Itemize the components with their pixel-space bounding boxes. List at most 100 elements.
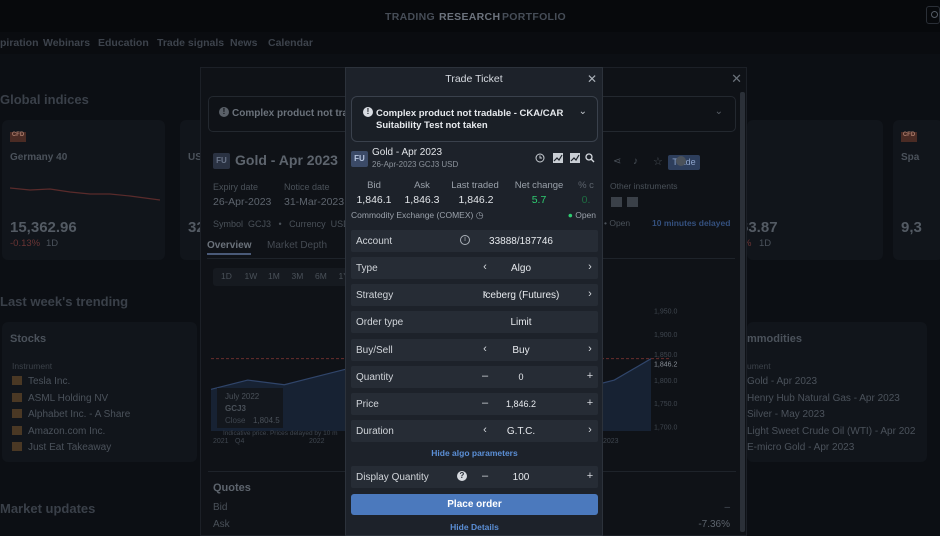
tab-portfolio[interactable]: PORTFOLIO	[502, 11, 566, 23]
list-item[interactable]: E-micro Gold - Apr 2023	[747, 442, 854, 453]
search-icon[interactable]	[585, 153, 595, 163]
field-label: Account	[356, 236, 393, 247]
other-instruments-label: Other instruments	[610, 181, 678, 191]
range-button[interactable]: 1D	[221, 271, 232, 281]
instrument-badge-icon	[12, 409, 22, 418]
list-item[interactable]: Silver - May 2023	[747, 409, 825, 420]
chart-icon[interactable]	[570, 153, 580, 163]
chevron-right-icon[interactable]: ›	[583, 261, 597, 273]
plus-icon[interactable]: +	[583, 470, 597, 482]
search-icon[interactable]	[926, 6, 940, 24]
delay-label: 10 minutes delayed	[652, 218, 731, 228]
chevron-down-icon[interactable]: ⌄	[579, 106, 587, 117]
close-icon[interactable]: ✕	[587, 72, 597, 86]
x-tick-label: Q4	[235, 438, 244, 445]
field-value[interactable]: Iceberg (Futures)	[456, 290, 586, 301]
chevron-left-icon[interactable]: ‹	[478, 288, 492, 300]
scrollbar[interactable]	[740, 92, 745, 532]
bell-icon[interactable]: ♪	[633, 156, 638, 167]
star-icon[interactable]: ☆	[653, 155, 663, 168]
field-quantity[interactable]: Quantity 0– +	[351, 366, 598, 388]
hide-algo-parameters-link[interactable]: Hide algo parameters	[351, 448, 598, 458]
field-value[interactable]: Limit	[456, 317, 586, 328]
chevron-right-icon[interactable]: ›	[583, 424, 597, 436]
field-order-type[interactable]: Order type Limit	[351, 311, 598, 333]
field-value[interactable]: 33888/187746	[456, 236, 586, 247]
info-icon[interactable]: i	[460, 235, 470, 245]
field-buy-sell[interactable]: Buy/Sell Buy ‹ ›	[351, 339, 598, 361]
plus-icon[interactable]: +	[583, 370, 597, 382]
list-item[interactable]: ASML Holding NV	[12, 392, 108, 404]
chevron-right-icon[interactable]: ›	[583, 343, 597, 355]
field-price[interactable]: Price 1,846.2– +	[351, 393, 598, 415]
last-traded-header: Last traded	[451, 180, 499, 191]
index-name: Germany 40	[10, 152, 68, 163]
chart-icon[interactable]	[553, 153, 563, 163]
field-value[interactable]: 1,846.2	[456, 399, 586, 409]
chevron-left-icon[interactable]: ‹	[478, 261, 492, 273]
pct-change-value: 0.	[581, 194, 591, 206]
nav-inspiration[interactable]: piration	[0, 37, 39, 49]
exchange-label: Commodity Exchange (COMEX) ◷	[351, 210, 484, 221]
range-button[interactable]: 1W	[245, 271, 258, 281]
plus-icon[interactable]: +	[583, 397, 597, 409]
tab-overview[interactable]: Overview	[207, 240, 252, 255]
field-type[interactable]: Type Algo ‹ ›	[351, 257, 598, 279]
stocks-title: Stocks	[10, 333, 47, 345]
tab-trading[interactable]: TRADING	[385, 11, 435, 23]
status-text: Open	[575, 210, 596, 220]
y-tick-label: 1,950.0	[654, 309, 677, 316]
index-card-right[interactable]: 63.87 % 1D 90	[736, 120, 883, 260]
info-icon[interactable]	[676, 156, 686, 166]
place-order-button[interactable]: Place order	[351, 494, 598, 515]
minus-icon[interactable]: –	[478, 370, 492, 382]
list-item[interactable]: Light Sweet Crude Oil (WTI) - Apr 202	[747, 426, 915, 437]
close-icon[interactable]: ✕	[731, 71, 742, 87]
list-item[interactable]: Just Eat Takeaway	[12, 442, 111, 453]
field-account[interactable]: Account 33888/187746 i	[351, 230, 598, 252]
field-value[interactable]: Algo	[456, 263, 586, 274]
nav-calendar[interactable]: Calendar	[268, 37, 313, 49]
chevron-right-icon[interactable]: ›	[583, 288, 597, 300]
field-value[interactable]: 0	[456, 372, 586, 382]
warning-banner[interactable]: ! Complex product not tradable - CKA/CAR…	[351, 96, 598, 142]
chevron-left-icon[interactable]: ‹	[478, 424, 492, 436]
tab-research[interactable]: RESEARCH	[439, 11, 500, 23]
trade-ticket-dialog: Trade Ticket ✕ ! Complex product not tra…	[345, 67, 603, 536]
nav-webinars[interactable]: Webinars	[43, 37, 90, 49]
clock-icon[interactable]	[535, 153, 545, 163]
range-button[interactable]: 1M	[268, 271, 280, 281]
list-item[interactable]: Alphabet Inc. - A Share	[12, 409, 130, 420]
minus-icon[interactable]: –	[478, 397, 492, 409]
index-card-spain[interactable]: CFD Spa 9,3	[893, 120, 940, 260]
display-quantity-row: Display Quantity ? – 100 +	[351, 466, 598, 488]
expiry-label: Expiry date	[213, 182, 259, 192]
commodities-title: mmodities	[747, 333, 803, 345]
hide-details-link[interactable]: Hide Details	[351, 522, 598, 532]
list-item[interactable]: Henry Hub Natural Gas - Apr 2023	[747, 393, 900, 404]
field-strategy[interactable]: Strategy Iceberg (Futures) ‹ ›	[351, 284, 598, 306]
instrument-badge-icon	[12, 425, 22, 435]
chart-icon[interactable]	[611, 197, 622, 207]
range-button[interactable]: 6M	[315, 271, 327, 281]
nav-education[interactable]: Education	[98, 37, 149, 49]
display-quantity-value[interactable]: 100	[456, 472, 586, 483]
tab-market-depth[interactable]: Market Depth	[267, 240, 327, 251]
list-item[interactable]: Gold - Apr 2023	[747, 376, 817, 387]
nav-news[interactable]: News	[230, 37, 257, 49]
list-item[interactable]: Tesla Inc.	[12, 376, 70, 387]
warning-text: Complex product not tradable - CKA/CAR S…	[376, 108, 564, 131]
share-icon[interactable]: ⋖	[613, 156, 621, 167]
field-value[interactable]: G.T.C.	[456, 426, 586, 437]
nav-trade-signals[interactable]: Trade signals	[157, 37, 224, 49]
list-item[interactable]: Amazon.com Inc.	[12, 425, 105, 437]
tooltip-symbol: GCJ3	[225, 404, 246, 413]
range-button[interactable]: 3M	[292, 271, 304, 281]
chevron-left-icon[interactable]: ‹	[478, 343, 492, 355]
chart-icon[interactable]	[627, 197, 638, 207]
info-icon: !	[219, 107, 229, 117]
field-value[interactable]: Buy	[456, 345, 586, 356]
open-status: • Open	[604, 218, 631, 228]
index-card-germany[interactable]: CFD Germany 40 15,362.96 -0.13% 1D	[2, 120, 165, 260]
field-duration[interactable]: Duration G.T.C. ‹ ›	[351, 420, 598, 442]
